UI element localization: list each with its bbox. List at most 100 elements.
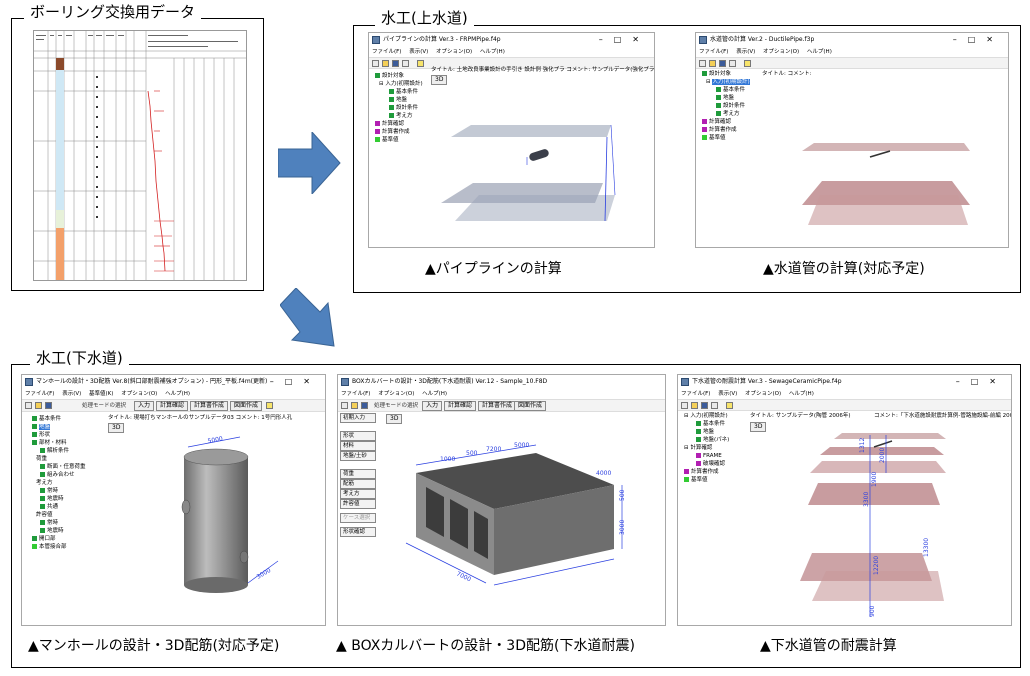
menu-file[interactable]: ファイル(F) [341, 391, 370, 397]
open-folder-icon[interactable] [35, 402, 42, 409]
tree-item-approach[interactable]: 考え方 [375, 112, 423, 120]
menu-file[interactable]: ファイル(F) [25, 391, 54, 397]
help-icon[interactable] [726, 402, 733, 409]
menu-help[interactable]: ヘルプ(H) [789, 391, 814, 397]
side-btn-rebar[interactable]: 配筋 [340, 479, 376, 489]
tree-item-report[interactable]: 計算書作成 [702, 126, 750, 134]
mode-drawing-button[interactable]: 図面作成 [230, 401, 263, 411]
menu-options[interactable]: オプション(O) [763, 49, 799, 55]
tree-item-calc-check[interactable]: 計算確認 [375, 120, 423, 128]
mode-report-button[interactable]: 計算書作成 [478, 401, 517, 411]
tree-item-basic[interactable]: 基本条件 [702, 86, 750, 94]
side-btn-approach[interactable]: 考え方 [340, 489, 376, 499]
side-btn-allowable[interactable]: 許容値 [340, 499, 376, 509]
save-icon[interactable] [719, 60, 726, 67]
menu-view[interactable]: 表示(V) [62, 391, 81, 397]
tree-item-allowable[interactable]: 許容値 [32, 511, 86, 519]
side-btn-material[interactable]: 材料 [340, 441, 376, 451]
tree-item-design-target[interactable]: 設計対象 [375, 72, 423, 80]
mode-calc-button[interactable]: 計算確認 [444, 401, 477, 411]
window-controls-icon[interactable]: –□✕ [599, 33, 650, 47]
tree-item-combination[interactable]: 組み合わせ [32, 471, 86, 479]
tree-item-ground[interactable]: 地盤 [32, 423, 86, 431]
side-btn-load[interactable]: 荷重 [340, 469, 376, 479]
new-file-icon[interactable] [372, 60, 379, 67]
menu-help[interactable]: ヘルプ(H) [480, 49, 505, 55]
save-icon[interactable] [701, 402, 708, 409]
help-icon[interactable] [744, 60, 751, 67]
tree-item-calc-check[interactable]: ⊟ 計算確認 [684, 444, 729, 452]
side-btn-ground[interactable]: 地盤/土砂 [340, 451, 376, 461]
new-file-icon[interactable] [25, 402, 32, 409]
menu-options[interactable]: オプション(O) [121, 391, 157, 397]
menu-standard[interactable]: 基準値(K) [89, 391, 113, 397]
new-file-icon[interactable] [681, 402, 688, 409]
save-icon[interactable] [45, 402, 52, 409]
tree-item-load[interactable]: 荷重 [32, 455, 86, 463]
tree-item-approach[interactable]: 考え方 [32, 479, 86, 487]
tree-item-allow-seismic[interactable]: 地震時 [32, 527, 86, 535]
side-btn-shape[interactable]: 形状 [340, 431, 376, 441]
open-folder-icon[interactable] [351, 402, 358, 409]
tree-item-ground[interactable]: 地盤 [702, 94, 750, 102]
tree-item-basic[interactable]: 基本条件 [375, 88, 423, 96]
save-icon[interactable] [361, 402, 368, 409]
tree-item-standard[interactable]: 基準値 [684, 476, 729, 484]
print-icon[interactable] [711, 402, 718, 409]
tree-item-common[interactable]: 共通 [32, 503, 86, 511]
new-file-icon[interactable] [699, 60, 706, 67]
menu-options[interactable]: オプション(O) [745, 391, 781, 397]
tree-item-design-target[interactable]: 設計対象 [702, 70, 750, 78]
tree-item-calc-check[interactable]: 計算確認 [702, 118, 750, 126]
tree-item-break-check[interactable]: 破壊確認 [684, 460, 729, 468]
tree-item-design-cond[interactable]: 設計条件 [702, 102, 750, 110]
mode-report-button[interactable]: 計算書作成 [190, 401, 229, 411]
help-icon[interactable] [266, 402, 273, 409]
mode-input-button[interactable]: 入力 [134, 401, 155, 411]
menu-options[interactable]: オプション(O) [436, 49, 472, 55]
view-3d-button[interactable]: 3D [431, 75, 448, 85]
save-icon[interactable] [392, 60, 399, 67]
side-btn-initial[interactable]: 初期入力 [340, 413, 376, 423]
view-3d-button[interactable]: 3D [386, 414, 403, 424]
window-controls-icon[interactable]: –□✕ [266, 375, 321, 389]
menu-options[interactable]: オプション(O) [378, 391, 414, 397]
mode-drawing-button[interactable]: 図面作成 [514, 401, 547, 411]
tree-item-basic[interactable]: 基本条件 [32, 415, 86, 423]
menu-file[interactable]: ファイル(F) [699, 49, 728, 55]
tree-item-pipe-joint[interactable]: 本管接合部 [32, 543, 86, 551]
menu-view[interactable]: 表示(V) [409, 49, 428, 55]
tree-item-input[interactable]: ⊟ 入力(初期設計) [375, 80, 423, 88]
print-icon[interactable] [402, 60, 409, 67]
tree-item-opening[interactable]: 開口部 [32, 535, 86, 543]
tree-item-seismic[interactable]: 地震時 [32, 495, 86, 503]
mode-calc-button[interactable]: 計算確認 [156, 401, 189, 411]
tree-item-normal[interactable]: 常時 [32, 487, 86, 495]
open-folder-icon[interactable] [709, 60, 716, 67]
tree-item-section-load[interactable]: 断面・任意荷重 [32, 463, 86, 471]
menu-help[interactable]: ヘルプ(H) [807, 49, 832, 55]
print-icon[interactable] [729, 60, 736, 67]
tree-item-material[interactable]: 部材・材料 [32, 439, 86, 447]
tree-item-report[interactable]: 計算書作成 [684, 468, 729, 476]
tree-item-report[interactable]: 計算書作成 [375, 128, 423, 136]
menu-view[interactable]: 表示(V) [736, 49, 755, 55]
window-controls-icon[interactable]: –□✕ [953, 33, 1004, 47]
open-folder-icon[interactable] [691, 402, 698, 409]
tree-item-design-cond[interactable]: 設計条件 [375, 104, 423, 112]
help-icon[interactable] [417, 60, 424, 67]
open-folder-icon[interactable] [382, 60, 389, 67]
tree-item-frame[interactable]: FRAME [684, 452, 729, 460]
mode-input-button[interactable]: 入力 [422, 401, 443, 411]
tree-item-input[interactable]: ⊟ 入力(初期設計) [684, 412, 729, 420]
menu-file[interactable]: ファイル(F) [372, 49, 401, 55]
menu-view[interactable]: 表示(V) [718, 391, 737, 397]
tree-item-ground[interactable]: 地盤 [375, 96, 423, 104]
menu-file[interactable]: ファイル(F) [681, 391, 710, 397]
view-3d-button[interactable]: 3D [108, 423, 125, 433]
tree-item-input[interactable]: ⊟ 入力(初期設計) [702, 78, 750, 86]
side-btn-shape-check[interactable]: 形状確認 [340, 527, 376, 537]
menu-help[interactable]: ヘルプ(H) [422, 391, 447, 397]
tree-item-ground-spring[interactable]: 地盤(パネ) [684, 436, 729, 444]
new-file-icon[interactable] [341, 402, 348, 409]
